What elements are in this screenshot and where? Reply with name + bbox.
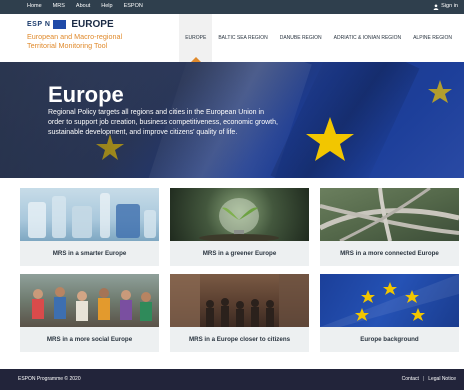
tool-title-line2: Territorial Monitoring Tool: [27, 41, 108, 50]
tile-smarter-europe[interactable]: MRS in a smarter Europe: [20, 188, 159, 266]
footer-contact-link[interactable]: Contact: [402, 376, 419, 382]
highway-interchange-image: [320, 188, 459, 241]
top-link-mrs[interactable]: MRS: [53, 2, 65, 11]
footer-copyright: ESPON Programme © 2020: [18, 376, 81, 382]
site-logo[interactable]: ESP N EUROPE European and Macro-regional…: [27, 19, 122, 50]
region-tab-baltic-sea[interactable]: BALTIC SEA REGION: [212, 14, 273, 62]
region-navigation: EUROPE BALTIC SEA REGION DANUBE REGION A…: [179, 14, 458, 62]
top-navigation-bar: Home MRS About Help ESPON Sign in: [0, 0, 464, 14]
hero-banner: Europe Regional Policy targets all regio…: [0, 62, 464, 178]
people-group-image: [20, 274, 159, 327]
footer-links: Contact | Legal Notice: [402, 376, 456, 382]
eu-flag-icon: [53, 20, 67, 29]
tile-label: MRS in a greener Europe: [202, 250, 277, 257]
street-crowd-image: [170, 274, 309, 327]
top-link-espon[interactable]: ESPON: [124, 2, 143, 11]
lightbulb-plant-image: [170, 188, 309, 241]
region-tab-adriatic-ionian[interactable]: ADRIATIC & IONIAN REGION: [328, 14, 407, 62]
user-icon: [433, 3, 439, 10]
tile-europe-background[interactable]: Europe background: [320, 274, 459, 352]
tile-greener-europe[interactable]: MRS in a greener Europe: [170, 188, 309, 266]
region-tab-alpine[interactable]: ALPINE REGION: [407, 14, 458, 62]
footer-legal-link[interactable]: Legal Notice: [428, 376, 456, 382]
tool-title-line1: European and Macro-regional: [27, 32, 123, 41]
hero-description: Regional Policy targets all regions and …: [48, 109, 278, 136]
top-link-home[interactable]: Home: [27, 2, 42, 11]
footer-separator: |: [422, 376, 425, 382]
eu-flag-image: [320, 274, 459, 327]
sign-in-link[interactable]: Sign in: [433, 2, 458, 11]
region-tab-danube[interactable]: DANUBE REGION: [274, 14, 328, 62]
top-links: Home MRS About Help ESPON: [27, 2, 143, 11]
tile-connected-europe[interactable]: MRS in a more connected Europe: [320, 188, 459, 266]
hero-title: Europe: [48, 82, 124, 107]
tool-title: European and Macro-regional Territorial …: [27, 32, 122, 50]
tile-closer-to-citizens[interactable]: MRS in a Europe closer to citizens: [170, 274, 309, 352]
region-tab-europe[interactable]: EUROPE: [179, 14, 213, 62]
tile-social-europe[interactable]: MRS in a more social Europe: [20, 274, 159, 352]
lab-glassware-image: [20, 188, 159, 241]
site-footer: ESPON Programme © 2020 Contact | Legal N…: [0, 369, 464, 390]
espon-logo: ESP N EUROPE: [27, 19, 122, 30]
top-link-about[interactable]: About: [76, 2, 90, 11]
site-title: EUROPE: [71, 19, 114, 30]
sign-in-label: Sign in: [441, 3, 458, 9]
tile-label: MRS in a more connected Europe: [340, 250, 439, 257]
tile-label: MRS in a more social Europe: [46, 336, 133, 343]
site-header: ESP N EUROPE European and Macro-regional…: [0, 14, 464, 62]
top-link-help[interactable]: Help: [101, 2, 112, 11]
espon-wordmark: ESP N: [27, 21, 51, 28]
tile-label: MRS in a smarter Europe: [52, 250, 127, 257]
tile-label: MRS in a Europe closer to citizens: [188, 336, 291, 343]
tile-label: Europe background: [360, 336, 419, 343]
